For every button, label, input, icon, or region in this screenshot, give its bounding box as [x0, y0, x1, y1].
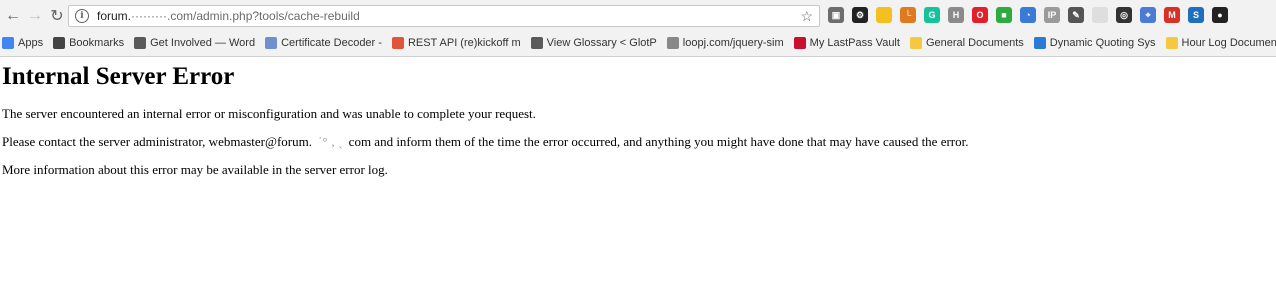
contact-message: Please contact the server administrator,… — [2, 134, 969, 149]
orange-ext-icon[interactable]: └ — [900, 7, 916, 23]
gear-icon[interactable]: ⚙ — [852, 7, 868, 23]
reload-icon[interactable]: ↻ — [46, 5, 68, 27]
bookmark-item[interactable]: Apps — [2, 37, 43, 49]
bookmark-item[interactable]: Bookmarks — [53, 37, 124, 49]
browser-chrome: ← → ↻ i forum.·········.com/admin.php?to… — [0, 0, 1276, 57]
eyedropper-icon[interactable]: ✎ — [1068, 7, 1084, 23]
bookmark-label: General Documents — [925, 37, 1024, 49]
lastpass-icon — [793, 37, 806, 49]
quoting-icon — [1033, 37, 1046, 49]
bookmark-item[interactable]: Hour Log Document — [1165, 37, 1276, 49]
ip-icon[interactable]: IP — [1044, 7, 1060, 23]
bookmark-item[interactable]: My LastPass Vault — [793, 37, 900, 49]
certificate-icon — [265, 37, 278, 49]
folder-icon — [909, 37, 922, 49]
log-message: More information about this error may be… — [2, 162, 388, 177]
bookmark-star-icon[interactable]: ☆ — [800, 8, 813, 25]
star-icon — [53, 37, 66, 49]
back-arrow-icon[interactable]: ← — [2, 5, 24, 27]
bookmark-item[interactable]: Certificate Decoder - — [265, 37, 382, 49]
page-content: Internal Server Error The server encount… — [0, 61, 1276, 177]
bookmark-label: Hour Log Document — [1181, 37, 1276, 49]
bookmark-item[interactable]: REST API (re)kickoff m — [391, 37, 521, 49]
compass-icon[interactable]: ◎ — [1116, 7, 1132, 23]
page-j-icon — [666, 37, 679, 49]
gmail-icon[interactable]: M — [1164, 7, 1180, 23]
wordpress-icon — [134, 37, 147, 49]
info-icon[interactable]: i — [75, 9, 89, 23]
rest-api-icon — [391, 37, 404, 49]
bookmark-label: Bookmarks — [69, 37, 125, 49]
bookmark-item[interactable]: Dynamic Quoting Sys — [1033, 37, 1156, 49]
address-bar[interactable]: i forum.·········.com/admin.php?tools/ca… — [68, 5, 820, 27]
forward-arrow-icon[interactable]: → — [24, 5, 46, 27]
url-obscured-segment: ········· — [131, 9, 167, 23]
dark-circle-icon[interactable]: ● — [1212, 7, 1228, 23]
bookmark-label: REST API (re)kickoff m — [407, 37, 521, 49]
bookmark-label: loopj.com/jquery-sim — [682, 37, 784, 49]
screenshot-icon[interactable]: ⌖ — [1140, 7, 1156, 23]
wordpress-icon — [530, 37, 543, 49]
bookmark-label: Certificate Decoder - — [281, 37, 382, 49]
bookmark-label: Get Involved — Word — [150, 37, 256, 49]
obscured-domain: ˈ° ‚ ˏ — [317, 134, 343, 149]
apps-grid-icon — [2, 37, 14, 49]
grammarly-icon[interactable]: G — [924, 7, 940, 23]
error-heading: Internal Server Error — [2, 63, 235, 90]
blank-ext-icon[interactable] — [1092, 7, 1108, 23]
bookmark-item[interactable]: General Documents — [909, 37, 1024, 49]
url-text[interactable]: forum.·········.com/admin.php?tools/cach… — [97, 9, 800, 23]
s-ext-icon[interactable]: S — [1188, 7, 1204, 23]
http-icon[interactable]: H — [948, 7, 964, 23]
bookmark-label: View Glossary < GlotP — [546, 37, 657, 49]
bookmark-label: My LastPass Vault — [809, 37, 900, 49]
folder-icon — [1165, 37, 1178, 49]
error-message: The server encountered an internal error… — [2, 106, 536, 121]
extensions-bar: ▣ ⚙ └ G H O ■ ◔ IP ✎ ◎ ⌖ M S ● — [828, 7, 1236, 23]
opera-icon[interactable]: O — [972, 7, 988, 23]
bookmarks-bar: Apps Bookmarks Get Involved — Word Certific… — [0, 32, 1276, 56]
bookmark-item[interactable]: Get Involved — Word — [134, 37, 255, 49]
green-badge-icon[interactable]: ■ — [996, 7, 1012, 23]
bookmark-item[interactable]: loopj.com/jquery-sim — [666, 37, 784, 49]
browser-toolbar: ← → ↻ i forum.·········.com/admin.php?to… — [0, 0, 1276, 32]
camera-icon[interactable]: ▣ — [828, 7, 844, 23]
yellow-ext-icon[interactable] — [876, 7, 892, 23]
speed-icon[interactable]: ◔ — [1020, 7, 1036, 23]
bookmark-label: Dynamic Quoting Sys — [1049, 37, 1156, 49]
bookmark-item[interactable]: View Glossary < GlotP — [530, 37, 657, 49]
bookmark-label: Apps — [18, 37, 44, 49]
